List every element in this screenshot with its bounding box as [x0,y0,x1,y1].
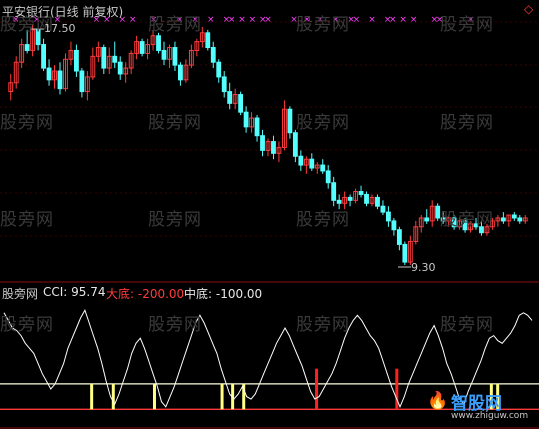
candle-body [375,196,380,207]
watermark: 股旁网 [440,15,494,35]
yellow-signal-bar [220,383,224,410]
signal-marker: × [264,15,272,25]
candle-body [254,117,260,137]
yellow-signal-bar [152,383,156,410]
watermark: 股旁网 [148,113,202,133]
candle-body [139,41,145,54]
chart-stage: × × × × × × × × × × × × × × × × × × × × × × × × × × × × × × × 股旁网 股旁网 … [0,0,539,429]
watermark: 股旁网 [440,113,494,133]
dadi-value: 大底: -200.00 [106,287,185,301]
candle-body [74,49,79,72]
red-signal-bar [395,368,399,410]
watermark: 股旁网 [296,210,350,230]
watermark: 股旁网 [148,315,202,335]
candle-body [172,47,178,66]
watermark: 股旁网 [148,210,202,230]
diamond-icon: ◇ [524,2,534,16]
signal-marker: × [207,15,215,25]
candle-body [238,94,244,113]
yellow-signal-bar [90,383,94,410]
candle-body [101,47,107,69]
candle-body [117,61,123,75]
candle-body [380,205,386,213]
yellow-signal-bar [111,383,115,410]
candle-body [396,229,402,245]
watermark: 股旁网 [148,15,202,35]
candle-body [511,214,517,219]
candle-body [424,217,430,222]
candle-body [292,132,298,157]
watermark: 股旁网 [0,315,54,335]
candle-body [227,91,233,104]
candle-body [260,135,265,151]
watermark: 股旁网 [0,210,54,230]
candle-body [243,111,249,128]
candle-body [287,108,293,134]
watermark: 股旁网 [296,315,350,335]
signal-marker: × [238,15,246,25]
candle-body [309,158,315,169]
candle-body [24,44,30,51]
candle-body [347,196,353,201]
candle-body [364,193,369,204]
watermark: 股旁网 [440,210,494,230]
chart-title: 平安银行(日线 前复权) [2,5,124,19]
candle-body [112,55,118,63]
candle-body [156,35,161,51]
candle-body [402,243,408,263]
candle-body [336,199,342,204]
signal-marker: × [389,15,397,25]
red-signal-bar [315,368,319,410]
candle-body [57,70,63,90]
signal-marker: × [249,15,257,25]
watermark: 股旁网 [296,113,350,133]
watermark: 股旁网 [296,15,350,35]
candle-body [46,67,52,81]
signal-marker: × [353,15,361,25]
candle-body [178,64,183,81]
candle-body [386,211,391,222]
zhongdi-value: 中底: -100.00 [184,287,263,301]
candle-body [298,155,304,166]
signal-marker: × [228,15,236,25]
watermark: 股旁网 [440,315,494,335]
candle-body [221,76,227,93]
candle-body [517,217,523,222]
candle-body [325,170,331,184]
candle-body [358,191,364,195]
candle-body [271,141,276,154]
high-price-label: 17.50 [44,22,76,35]
signal-marker: × [368,15,376,25]
candle-body [41,44,46,69]
candle-body [161,49,167,60]
candle-body [320,164,326,172]
candle-body [500,217,506,222]
signal-marker: × [399,15,407,25]
candle-body [331,182,337,201]
cci-value: CCI: 95.74 [43,285,106,299]
signal-marker: × [129,15,137,25]
candle-body [216,61,222,78]
signal-marker: × [410,15,418,25]
low-price-label: 9.30 [411,261,436,274]
logo-url: www.zhiguw.com [451,411,529,421]
candle-body [205,32,211,49]
watermark: 股旁网 [0,113,54,133]
candle-body [79,70,85,93]
candle-body [210,47,216,63]
logo-flame-icon: 🔥 [427,391,449,411]
indicator-name: 股旁网 [2,287,39,301]
candle-body [391,220,397,231]
